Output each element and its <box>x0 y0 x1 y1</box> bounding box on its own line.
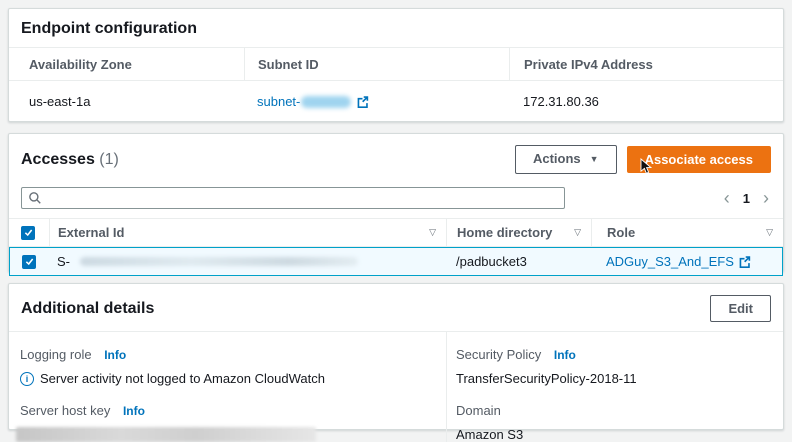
search-input[interactable] <box>47 191 558 206</box>
caret-down-icon: ▼ <box>590 152 599 167</box>
domain-label: Domain <box>456 403 501 418</box>
details-content: Logging role Info i Server activity not … <box>9 332 783 442</box>
domain-value: Amazon S3 <box>456 427 773 442</box>
chevron-right-icon[interactable]: › <box>763 189 769 207</box>
pagination: ‹ 1 › <box>724 189 769 207</box>
role-link[interactable]: ADGuy_S3_And_EFS <box>606 254 751 269</box>
details-left-column: Logging role Info i Server activity not … <box>9 332 446 442</box>
associate-access-button[interactable]: Associate access <box>627 146 771 173</box>
server-host-key-label: Server host key <box>20 403 110 418</box>
security-policy-label: Security Policy <box>456 347 541 362</box>
server-host-key-info-link[interactable]: Info <box>123 404 145 418</box>
check-icon <box>24 256 35 267</box>
accesses-count: (1) <box>99 151 119 168</box>
table-row[interactable]: S- /padbucket3 ADGuy_S3_And_EFS <box>9 247 783 276</box>
endpoint-table: Availability Zone Subnet ID Private IPv4… <box>9 48 783 123</box>
accesses-panel: Accesses (1) Actions ▼ Associate access ‹… <box>8 133 784 272</box>
chevron-left-icon[interactable]: ‹ <box>724 189 730 207</box>
actions-button-label: Actions <box>533 151 581 166</box>
column-header-role[interactable]: Role ▽ <box>591 219 783 246</box>
details-right-column: Security Policy Info TransferSecurityPol… <box>446 332 783 442</box>
sort-icon[interactable]: ▽ <box>766 227 773 238</box>
external-link-icon <box>356 95 369 108</box>
actions-button[interactable]: Actions ▼ <box>515 145 617 174</box>
logging-role-value: Server activity not logged to Amazon Clo… <box>40 371 325 386</box>
home-directory-value: /padbucket3 <box>447 254 592 269</box>
accesses-panel-title: Accesses (1) <box>21 151 119 169</box>
availability-zone-value: us-east-1a <box>9 81 244 123</box>
select-all-checkbox[interactable] <box>21 226 35 240</box>
column-header-availability-zone: Availability Zone <box>9 48 244 81</box>
endpoint-panel-title: Endpoint configuration <box>21 20 197 38</box>
column-header-subnet-id: Subnet ID <box>244 48 509 81</box>
redacted-subnet-id <box>301 96 351 108</box>
security-policy-info-link[interactable]: Info <box>554 348 576 362</box>
security-policy-value: TransferSecurityPolicy-2018-11 <box>456 371 773 386</box>
accesses-toolbar: ‹ 1 › <box>9 187 783 209</box>
endpoint-configuration-panel: Endpoint configuration Availability Zone… <box>8 8 784 122</box>
sort-icon[interactable]: ▽ <box>429 227 436 238</box>
search-icon <box>28 191 42 205</box>
external-link-icon <box>738 255 751 268</box>
accesses-panel-header: Accesses (1) Actions ▼ Associate access <box>9 134 783 183</box>
logging-role-label: Logging role <box>20 347 92 362</box>
redacted-server-host-key <box>16 427 316 442</box>
details-panel-title: Additional details <box>21 300 154 318</box>
redacted-external-id <box>80 257 358 266</box>
column-header-home-directory[interactable]: Home directory ▽ <box>446 219 591 246</box>
row-checkbox[interactable] <box>22 255 36 269</box>
column-header-external-id[interactable]: External Id ▽ <box>49 219 446 246</box>
external-id-prefix: S- <box>57 254 70 269</box>
info-circle-icon: i <box>20 372 34 386</box>
details-panel-header: Additional details Edit <box>9 284 783 332</box>
endpoint-panel-header: Endpoint configuration <box>9 9 783 48</box>
accesses-title-text: Accesses <box>21 151 95 168</box>
search-box[interactable] <box>21 187 565 209</box>
accesses-table: External Id ▽ Home directory ▽ Role ▽ S- <box>9 218 783 276</box>
additional-details-panel: Additional details Edit Logging role Inf… <box>8 283 784 430</box>
column-header-private-ipv4: Private IPv4 Address <box>509 48 783 81</box>
accesses-table-header: External Id ▽ Home directory ▽ Role ▽ <box>9 218 783 247</box>
check-icon <box>23 227 34 238</box>
logging-role-info-link[interactable]: Info <box>104 348 126 362</box>
subnet-link-prefix: subnet- <box>257 94 300 109</box>
edit-button[interactable]: Edit <box>710 295 771 322</box>
page-number[interactable]: 1 <box>743 191 750 206</box>
subnet-link[interactable]: subnet- <box>257 94 369 109</box>
private-ipv4-value: 172.31.80.36 <box>509 81 783 123</box>
sort-icon[interactable]: ▽ <box>574 227 581 238</box>
